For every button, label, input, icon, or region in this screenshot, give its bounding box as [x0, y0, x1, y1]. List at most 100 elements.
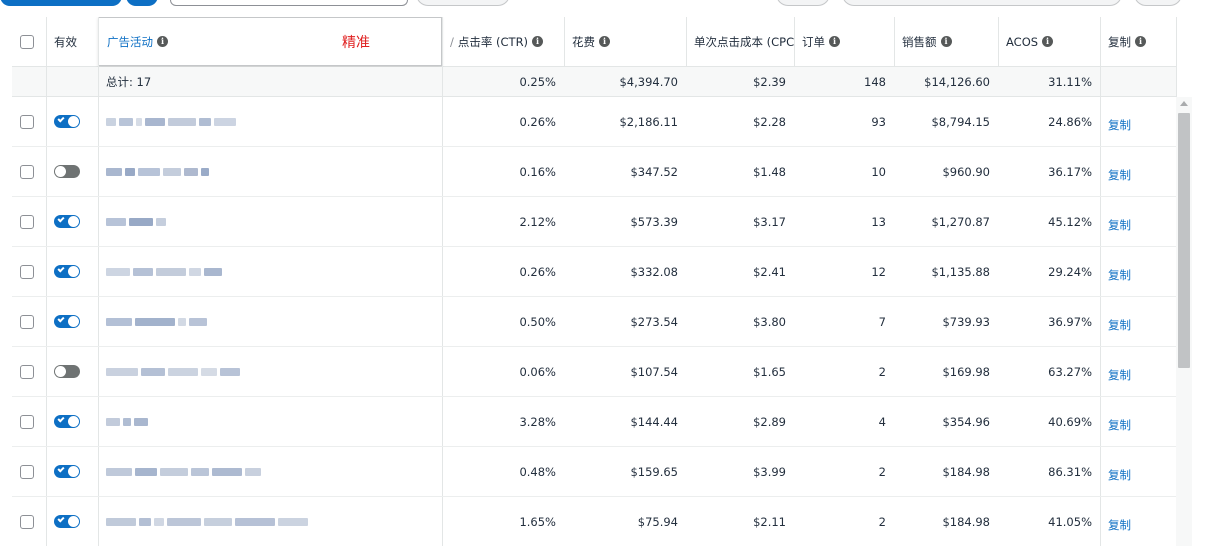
precise-annotation: 精准: [342, 34, 370, 51]
redaction-block: [139, 517, 151, 526]
row-campaign-cell[interactable]: [98, 247, 442, 296]
row-copy-cell: 复制: [1100, 497, 1176, 546]
campaign-name-redacted[interactable]: [106, 515, 308, 529]
row-checkbox[interactable]: [20, 314, 34, 329]
row-sales-value: $960.90: [942, 164, 990, 179]
campaign-name-redacted[interactable]: [106, 165, 209, 179]
row-campaign-cell[interactable]: [98, 197, 442, 246]
row-orders-cell: 10: [794, 147, 894, 196]
row-ctr-value: 0.26%: [519, 114, 556, 129]
info-circle-icon[interactable]: i: [1135, 36, 1146, 47]
row-checkbox[interactable]: [20, 514, 34, 529]
header-campaign[interactable]: 广告活动 i 精准: [98, 17, 442, 66]
copy-link[interactable]: 复制: [1108, 467, 1131, 483]
row-checkbox[interactable]: [20, 364, 34, 379]
toggle-on-icon[interactable]: [54, 115, 80, 128]
row-copy-cell: 复制: [1100, 297, 1176, 346]
row-campaign-cell[interactable]: [98, 347, 442, 396]
row-campaign-cell[interactable]: [98, 297, 442, 346]
info-circle-icon[interactable]: i: [1042, 36, 1054, 47]
row-campaign-cell[interactable]: [98, 497, 442, 546]
total-acos-value: 31.11%: [1048, 74, 1092, 89]
row-active-cell: [46, 297, 98, 346]
scroll-up-arrow-icon[interactable]: [1180, 101, 1188, 106]
row-checkbox[interactable]: [20, 214, 34, 229]
header-spend[interactable]: 花费 i: [564, 17, 686, 66]
redaction-block: [135, 317, 175, 326]
header-active[interactable]: 有效: [46, 17, 98, 66]
header-cpc[interactable]: 单次点击成本 (CPC): [686, 17, 794, 66]
info-circle-icon[interactable]: i: [157, 36, 168, 47]
total-ctr: 0.25%: [442, 67, 564, 96]
date-range-button[interactable]: [842, 0, 1122, 6]
columns-button[interactable]: [776, 0, 830, 6]
vertical-scrollbar[interactable]: [1176, 97, 1192, 546]
toggle-on-icon[interactable]: [54, 215, 80, 228]
campaign-name-redacted[interactable]: [106, 365, 240, 379]
row-checkbox[interactable]: [20, 114, 34, 129]
row-copy-cell: 复制: [1100, 247, 1176, 296]
row-campaign-cell[interactable]: [98, 97, 442, 146]
select-all-checkbox[interactable]: [20, 34, 34, 49]
row-ctr-value: 3.28%: [519, 414, 556, 429]
row-ctr-value: 1.65%: [519, 514, 556, 529]
info-circle-icon[interactable]: i: [940, 36, 952, 47]
copy-link[interactable]: 复制: [1108, 117, 1131, 133]
header-sales[interactable]: 销售额 i: [894, 17, 998, 66]
row-active-cell: [46, 197, 98, 246]
row-checkbox[interactable]: [20, 164, 34, 179]
row-spend-value: $347.52: [630, 164, 678, 179]
campaign-name-redacted[interactable]: [106, 465, 261, 479]
row-acos-cell: 40.69%: [998, 397, 1100, 446]
header-orders[interactable]: 订单 i: [794, 17, 894, 66]
total-spend: $4,394.70: [564, 67, 686, 96]
header-ctr[interactable]: / 点击率 (CTR) i: [442, 17, 564, 66]
row-campaign-cell[interactable]: [98, 147, 442, 196]
row-campaign-cell[interactable]: [98, 447, 442, 496]
copy-link[interactable]: 复制: [1108, 417, 1131, 433]
row-campaign-cell[interactable]: [98, 397, 442, 446]
primary-action-dropdown-button[interactable]: [126, 0, 158, 6]
toggle-off-icon[interactable]: [54, 365, 80, 378]
row-spend-cell: $2,186.11: [564, 97, 686, 146]
campaign-name-redacted[interactable]: [106, 315, 207, 329]
toggle-on-icon[interactable]: [54, 265, 80, 278]
copy-link[interactable]: 复制: [1108, 317, 1131, 333]
redaction-block: [129, 217, 153, 226]
column-divider: [564, 17, 565, 67]
row-checkbox[interactable]: [20, 414, 34, 429]
filter-button[interactable]: [416, 0, 510, 6]
row-ctr-cell: 2.12%: [442, 197, 564, 246]
row-acos-cell: 29.24%: [998, 247, 1100, 296]
search-input[interactable]: [170, 0, 408, 6]
row-sales-cell: $184.98: [894, 497, 998, 546]
info-circle-icon[interactable]: i: [532, 36, 544, 47]
toggle-on-icon[interactable]: [54, 415, 80, 428]
campaign-name-redacted[interactable]: [106, 215, 166, 229]
copy-link[interactable]: 复制: [1108, 367, 1131, 383]
export-button[interactable]: [1134, 0, 1182, 6]
header-active-label: 有效: [54, 34, 77, 49]
primary-action-button[interactable]: [0, 0, 122, 6]
toggle-off-icon[interactable]: [54, 165, 80, 178]
toggle-on-icon[interactable]: [54, 515, 80, 528]
campaign-name-redacted[interactable]: [106, 115, 236, 129]
toggle-on-icon[interactable]: [54, 315, 80, 328]
total-label: 总计: 17: [98, 67, 442, 96]
campaign-name-redacted[interactable]: [106, 415, 148, 429]
copy-link[interactable]: 复制: [1108, 167, 1131, 183]
row-orders-value: 93: [871, 114, 886, 129]
row-checkbox[interactable]: [20, 264, 34, 279]
scrollbar-thumb[interactable]: [1178, 113, 1190, 368]
header-copy[interactable]: 复制 i: [1100, 17, 1176, 66]
row-checkbox[interactable]: [20, 464, 34, 479]
copy-link[interactable]: 复制: [1108, 217, 1131, 233]
toggle-on-icon[interactable]: [54, 465, 80, 478]
info-circle-icon[interactable]: i: [599, 36, 610, 47]
copy-link[interactable]: 复制: [1108, 517, 1131, 533]
header-acos[interactable]: ACOS i: [998, 17, 1100, 66]
campaign-name-redacted[interactable]: [106, 265, 222, 279]
copy-link[interactable]: 复制: [1108, 267, 1131, 283]
row-ctr-cell: 0.06%: [442, 347, 564, 396]
info-circle-icon[interactable]: i: [829, 36, 840, 47]
